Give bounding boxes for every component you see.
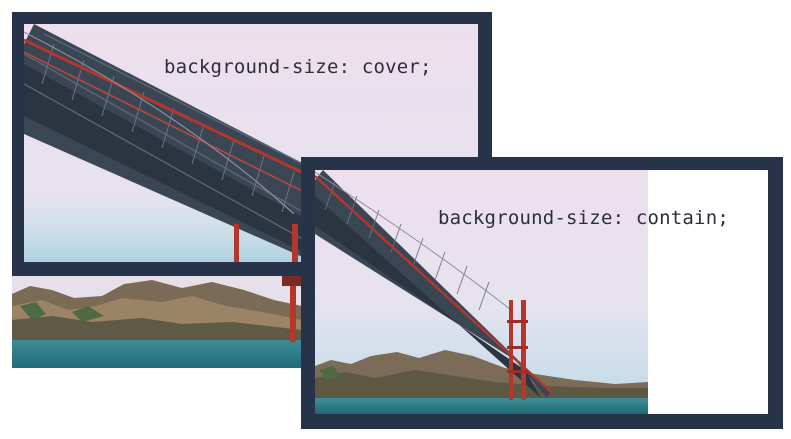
cover-photo-overflow <box>12 276 302 368</box>
contain-label: background-size: contain; <box>438 207 729 229</box>
cover-label: background-size: cover; <box>164 56 432 78</box>
background-size-comparison: background-size: cover; background-size:… <box>0 0 791 439</box>
cover-overflow-landscape <box>12 276 302 368</box>
